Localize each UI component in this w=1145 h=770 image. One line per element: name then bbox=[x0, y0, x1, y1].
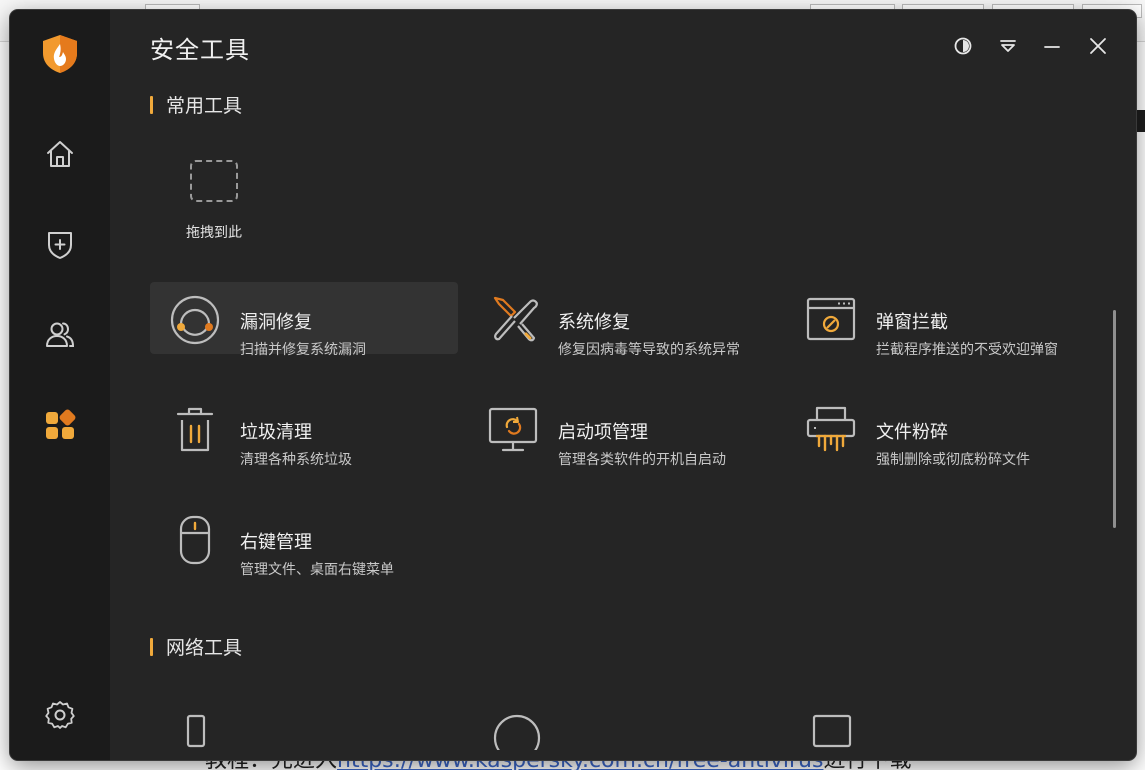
security-tools-window: 安全工具 常用工具 拖拽到此 漏洞修复 扫描并修复系统漏洞 系统修复 修复因病毒… bbox=[10, 10, 1136, 760]
drop-slot[interactable]: 拖拽到此 bbox=[172, 148, 256, 248]
app-logo-icon bbox=[43, 35, 77, 73]
main-content: 安全工具 常用工具 拖拽到此 漏洞修复 扫描并修复系统漏洞 系统修复 修复因病毒… bbox=[110, 10, 1136, 760]
tool-desc: 管理各类软件的开机自启动 bbox=[558, 452, 726, 468]
tool-desc: 清理各种系统垃圾 bbox=[240, 452, 352, 468]
tool-junk-cleanup[interactable]: 垃圾清理 清理各种系统垃圾 bbox=[150, 392, 458, 468]
tool-desc: 管理文件、桌面右键菜单 bbox=[240, 562, 394, 578]
vertical-scrollbar[interactable] bbox=[1113, 310, 1116, 528]
home-icon bbox=[47, 141, 73, 167]
vulnerability-fix-icon bbox=[168, 294, 222, 346]
theme-toggle-button[interactable] bbox=[949, 32, 977, 60]
users-icon bbox=[46, 322, 75, 347]
sidebar-item-settings[interactable] bbox=[40, 695, 80, 735]
sidebar-item-home[interactable] bbox=[40, 134, 80, 174]
section-title: 网络工具 bbox=[166, 637, 243, 659]
popup-block-icon bbox=[804, 294, 858, 346]
tool-desc: 拦截程序推送的不受欢迎弹窗 bbox=[876, 342, 1058, 358]
tool-file-shredder[interactable]: 文件粉碎 强制删除或彻底粉碎文件 bbox=[786, 392, 1094, 468]
tool-vulnerability-fix[interactable]: 漏洞修复 扫描并修复系统漏洞 bbox=[150, 282, 458, 358]
monitor-refresh-icon bbox=[486, 404, 540, 456]
window-title: 安全工具 bbox=[150, 36, 250, 64]
drop-slot-label: 拖拽到此 bbox=[186, 225, 242, 241]
section-common-tools: 常用工具 bbox=[150, 91, 242, 118]
network-tool-icon-partial bbox=[186, 714, 206, 748]
sidebar-item-tools[interactable] bbox=[40, 405, 80, 445]
network-tool-icon-partial bbox=[812, 714, 852, 748]
tool-name: 垃圾清理 bbox=[240, 422, 312, 443]
tool-name: 弹窗拦截 bbox=[876, 312, 948, 333]
tool-system-repair[interactable]: 系统修复 修复因病毒等导致的系统异常 bbox=[468, 282, 776, 358]
tool-context-menu-manager[interactable]: 右键管理 管理文件、桌面右键菜单 bbox=[150, 502, 458, 578]
mouse-icon bbox=[168, 514, 222, 566]
tool-name: 启动项管理 bbox=[558, 422, 648, 443]
close-button[interactable] bbox=[1084, 32, 1112, 60]
section-accent-bar bbox=[150, 95, 153, 114]
section-network-tools: 网络工具 bbox=[150, 633, 242, 660]
menu-dropdown-button[interactable] bbox=[994, 32, 1022, 60]
minimize-icon bbox=[1044, 46, 1060, 48]
shredder-icon bbox=[804, 404, 858, 456]
settings-icon bbox=[45, 701, 75, 729]
background-dark-block bbox=[1136, 110, 1145, 132]
close-icon bbox=[1090, 38, 1106, 54]
trash-icon bbox=[168, 404, 222, 456]
shield-plus-icon bbox=[48, 232, 72, 259]
network-tool-icon-partial bbox=[493, 714, 541, 750]
tool-desc: 修复因病毒等导致的系统异常 bbox=[558, 342, 740, 358]
tool-name: 文件粉碎 bbox=[876, 422, 948, 443]
tool-desc: 扫描并修复系统漏洞 bbox=[240, 342, 366, 358]
tool-name: 漏洞修复 bbox=[240, 312, 312, 333]
tool-name: 右键管理 bbox=[240, 532, 312, 553]
tool-desc: 强制删除或彻底粉碎文件 bbox=[876, 452, 1030, 468]
sidebar bbox=[10, 10, 110, 760]
tools-grid-icon bbox=[46, 409, 76, 439]
contrast-icon bbox=[954, 37, 972, 55]
dashed-placeholder-icon bbox=[190, 160, 238, 202]
minimize-button[interactable] bbox=[1038, 32, 1066, 60]
wrench-screwdriver-icon bbox=[486, 294, 540, 346]
sidebar-item-protection[interactable] bbox=[40, 224, 80, 264]
sidebar-item-accounts[interactable] bbox=[40, 314, 80, 354]
section-accent-bar bbox=[150, 637, 153, 656]
menu-triangle-icon bbox=[1000, 40, 1016, 52]
tool-popup-block[interactable]: 弹窗拦截 拦截程序推送的不受欢迎弹窗 bbox=[786, 282, 1094, 358]
tool-startup-manager[interactable]: 启动项管理 管理各类软件的开机自启动 bbox=[468, 392, 776, 468]
section-title: 常用工具 bbox=[166, 95, 243, 117]
tool-name: 系统修复 bbox=[558, 312, 630, 333]
